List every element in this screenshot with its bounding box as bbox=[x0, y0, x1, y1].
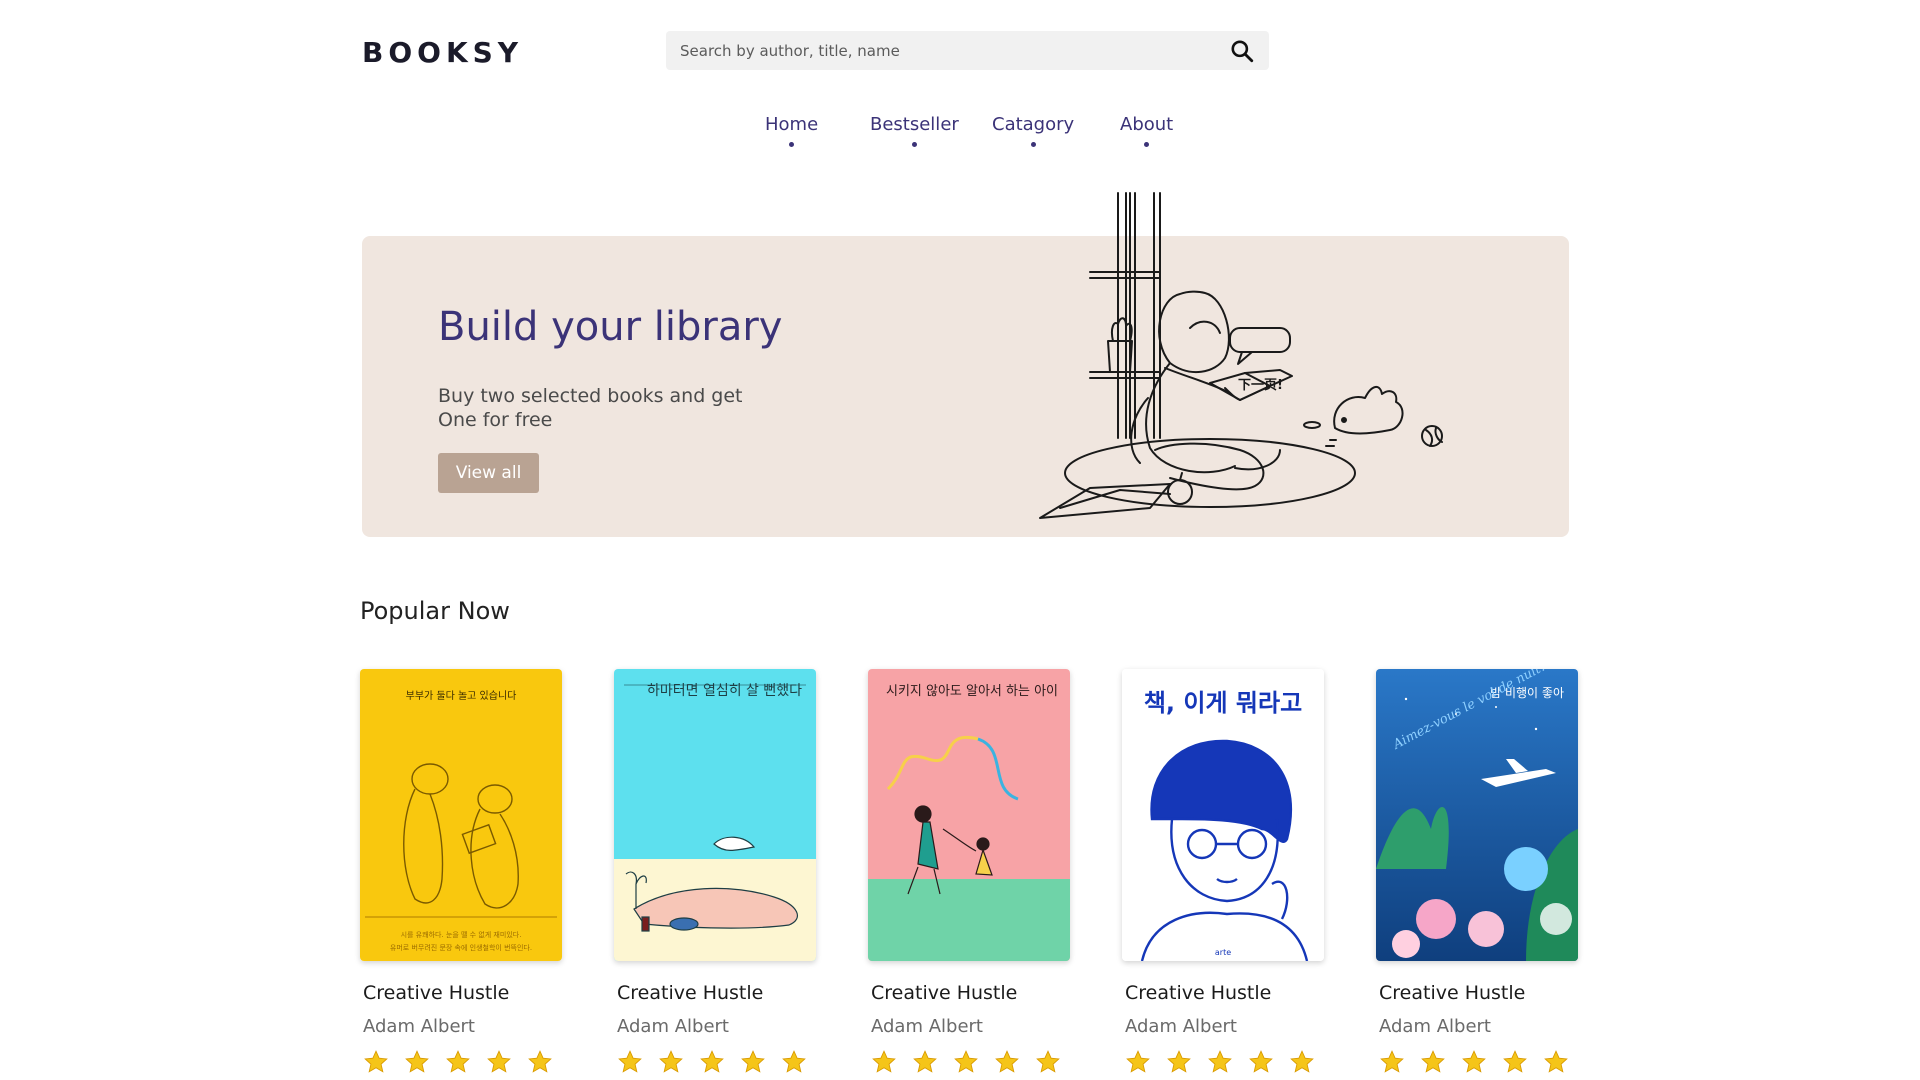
nav-catagory-label: Catagory bbox=[992, 114, 1075, 135]
page: BOOKSY Home Bestseller Catagory About Bu… bbox=[0, 0, 1920, 1080]
book-author: Adam Albert bbox=[617, 1016, 729, 1037]
book-card[interactable]: 하마터면 열심히 살 뻔했다 Creative Hustle Adam Albe… bbox=[614, 669, 817, 1075]
rating-stars bbox=[360, 1049, 563, 1075]
nav-dot bbox=[911, 142, 917, 147]
book-title[interactable]: Creative Hustle bbox=[1376, 982, 1579, 1004]
svg-text:시를 유쾌하다. 눈을 뗄 수 없게 재미있다.: 시를 유쾌하다. 눈을 뗄 수 없게 재미있다. bbox=[401, 930, 522, 939]
star-icon bbox=[1421, 1050, 1445, 1073]
search-bar[interactable] bbox=[666, 31, 1269, 70]
book-card[interactable]: 부부가 둘다 놀고 있습니다 시를 유쾌하다. 눈을 뗄 수 없게 재미있다. … bbox=[360, 669, 563, 1075]
star-icon bbox=[1249, 1050, 1273, 1073]
nav-about-label: About bbox=[1120, 114, 1174, 135]
star-icon bbox=[700, 1050, 724, 1073]
star-icon bbox=[446, 1050, 470, 1073]
book-author: Adam Albert bbox=[871, 1016, 983, 1037]
nav-home-label: Home bbox=[765, 114, 819, 135]
speech-bubble-text: 下一页! bbox=[1238, 378, 1283, 393]
cover-title: 부부가 둘다 놀고 있습니다 bbox=[406, 690, 517, 702]
nav-catagory[interactable]: Catagory bbox=[992, 114, 1074, 147]
star-icon bbox=[364, 1050, 388, 1073]
hero-subtitle-line2: One for free bbox=[438, 409, 553, 431]
star-icon bbox=[954, 1050, 978, 1073]
nav-dot bbox=[1030, 142, 1036, 147]
star-icon bbox=[1167, 1050, 1191, 1073]
hero-title: Build your library bbox=[438, 304, 783, 350]
star-icon bbox=[405, 1050, 429, 1073]
reading-girl-illustration bbox=[1039, 192, 1443, 519]
star-icon bbox=[1126, 1050, 1150, 1073]
star-icon bbox=[487, 1050, 511, 1073]
book-cover[interactable]: 부부가 둘다 놀고 있습니다 시를 유쾌하다. 눈을 뗄 수 없게 재미있다. … bbox=[360, 669, 562, 961]
star-icon bbox=[872, 1050, 896, 1073]
hero-subtitle: Buy two selected books and get One for f… bbox=[438, 384, 778, 432]
star-icon bbox=[782, 1050, 806, 1073]
star-icon bbox=[995, 1050, 1019, 1073]
book-cover[interactable]: 하마터면 열심히 살 뻔했다 bbox=[614, 669, 816, 961]
star-icon bbox=[618, 1050, 642, 1073]
star-icon bbox=[659, 1050, 683, 1073]
star-icon bbox=[528, 1050, 552, 1073]
search-icon[interactable] bbox=[1229, 38, 1255, 64]
book-cover[interactable]: 밤 비행이 좋아 Aimez-vous le vol de nuit? bbox=[1376, 669, 1578, 961]
brand-logo[interactable]: BOOKSY bbox=[362, 36, 523, 69]
nav-bestseller-label: Bestseller bbox=[870, 114, 959, 135]
star-icon bbox=[741, 1050, 765, 1073]
search-input[interactable] bbox=[666, 40, 1229, 61]
rating-stars bbox=[1376, 1049, 1579, 1075]
cover-title: 책, 이게 뭐라고 bbox=[1144, 689, 1302, 717]
book-card[interactable]: 시키지 않아도 알아서 하는 아이 Creative Hustle Adam A… bbox=[868, 669, 1071, 1075]
nav-dot bbox=[789, 142, 795, 147]
book-cover[interactable]: 책, 이게 뭐라고 arte bbox=[1122, 669, 1324, 961]
star-icon bbox=[1544, 1050, 1568, 1073]
star-icon bbox=[1503, 1050, 1527, 1073]
svg-text:arte: arte bbox=[1215, 948, 1231, 957]
nav-about[interactable]: About bbox=[1120, 114, 1173, 147]
rating-stars bbox=[614, 1049, 817, 1075]
nav-home[interactable]: Home bbox=[765, 114, 818, 147]
star-icon bbox=[1290, 1050, 1314, 1073]
view-all-button[interactable]: View all bbox=[438, 453, 539, 493]
book-author: Adam Albert bbox=[363, 1016, 475, 1037]
book-title[interactable]: Creative Hustle bbox=[614, 982, 817, 1004]
book-title[interactable]: Creative Hustle bbox=[360, 982, 563, 1004]
cover-title: 시키지 않아도 알아서 하는 아이 bbox=[886, 684, 1058, 699]
section-title-popular: Popular Now bbox=[360, 597, 510, 625]
star-icon bbox=[1036, 1050, 1060, 1073]
nav-dot bbox=[1144, 142, 1150, 147]
star-icon bbox=[1208, 1050, 1232, 1073]
hero-subtitle-line1: Buy two selected books and get bbox=[438, 385, 743, 407]
star-icon bbox=[913, 1050, 937, 1073]
book-card[interactable]: 책, 이게 뭐라고 arte Creative Hustle Adam Albe… bbox=[1122, 669, 1325, 1075]
book-title[interactable]: Creative Hustle bbox=[1122, 982, 1325, 1004]
star-icon bbox=[1462, 1050, 1486, 1073]
book-title[interactable]: Creative Hustle bbox=[868, 982, 1071, 1004]
svg-text:유머로 버무려진 문장 속에 인생철학이 번뜩인다.: 유머로 버무려진 문장 속에 인생철학이 번뜩인다. bbox=[390, 943, 532, 952]
book-cover[interactable]: 시키지 않아도 알아서 하는 아이 bbox=[868, 669, 1070, 961]
star-icon bbox=[1380, 1050, 1404, 1073]
book-author: Adam Albert bbox=[1125, 1016, 1237, 1037]
nav-bestseller[interactable]: Bestseller bbox=[870, 114, 959, 147]
cover-title: 하마터면 열심히 살 뻔했다 bbox=[647, 683, 802, 699]
book-author: Adam Albert bbox=[1379, 1016, 1491, 1037]
rating-stars bbox=[868, 1049, 1071, 1075]
rating-stars bbox=[1122, 1049, 1325, 1075]
book-card[interactable]: 밤 비행이 좋아 Aimez-vous le vol de nuit? Crea… bbox=[1376, 669, 1579, 1075]
